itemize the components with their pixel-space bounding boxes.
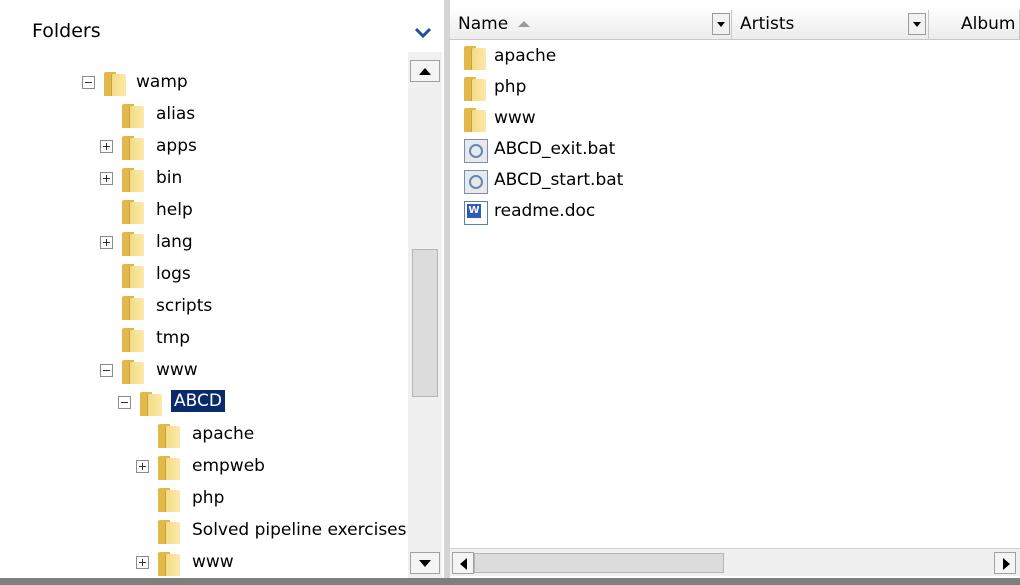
folder-icon xyxy=(122,358,144,384)
collapse-icon[interactable] xyxy=(82,76,95,89)
arrow-right-icon xyxy=(1003,558,1010,570)
tree-node-label: bin xyxy=(156,168,183,188)
folder-icon xyxy=(158,550,180,576)
tree-node-label: help xyxy=(156,200,193,220)
file-name: php xyxy=(494,77,527,97)
folders-title: Folders xyxy=(32,20,101,42)
tree-node-label: lang xyxy=(156,232,193,252)
folder-icon xyxy=(122,198,144,224)
arrow-up-icon xyxy=(419,68,431,75)
column-header-album[interactable]: Album xyxy=(929,10,1020,40)
scroll-left-button[interactable] xyxy=(452,552,474,574)
expand-icon[interactable] xyxy=(100,140,113,153)
column-dropdown-icon[interactable] xyxy=(908,13,926,35)
collapse-icon[interactable] xyxy=(100,364,113,377)
folder-icon xyxy=(464,106,486,132)
collapse-icon[interactable] xyxy=(118,396,131,409)
folder-icon xyxy=(464,44,486,70)
explorer-window: Folders wamp alias apps bin help lang lo… xyxy=(0,0,1020,585)
folder-icon xyxy=(104,70,126,96)
word-document-icon: W xyxy=(464,201,488,225)
sort-ascending-icon xyxy=(518,21,530,27)
tree-node-label: scripts xyxy=(156,296,213,316)
file-row-abcd-exit-bat[interactable]: ABCD_exit.bat xyxy=(460,135,732,166)
expand-icon[interactable] xyxy=(100,236,113,249)
column-dropdown-icon[interactable] xyxy=(712,13,730,35)
folders-vertical-scrollbar[interactable] xyxy=(408,52,442,578)
expand-icon[interactable] xyxy=(136,556,149,569)
folder-tree: wamp alias apps bin help lang logs scrip… xyxy=(16,52,408,578)
folder-icon xyxy=(122,134,144,160)
folder-icon xyxy=(122,262,144,288)
file-name: apache xyxy=(494,46,557,66)
file-row-www[interactable]: www xyxy=(460,104,732,135)
files-pane: Name Artists Album apache php www ABCD_e… xyxy=(450,10,1020,585)
batch-file-icon xyxy=(464,170,488,194)
file-row-apache[interactable]: apache xyxy=(460,42,732,73)
folder-icon xyxy=(158,486,180,512)
folder-icon xyxy=(122,166,144,192)
window-bottom-border xyxy=(0,578,1020,585)
tree-node-label: tmp xyxy=(156,328,191,348)
scroll-right-button[interactable] xyxy=(994,552,1016,574)
folder-icon xyxy=(122,326,144,352)
tree-node-label: www xyxy=(156,360,198,380)
expand-icon[interactable] xyxy=(136,460,149,473)
tree-node-label: empweb xyxy=(192,456,265,476)
tree-node-label: Solved pipeline exercises xyxy=(192,520,407,540)
folder-icon xyxy=(464,75,486,101)
tree-node-label: apps xyxy=(156,136,197,156)
folder-icon xyxy=(158,454,180,480)
file-row-abcd-start-bat[interactable]: ABCD_start.bat xyxy=(460,166,732,197)
file-name: readme.doc xyxy=(494,201,596,221)
folder-icon xyxy=(122,294,144,320)
folder-icon xyxy=(122,230,144,256)
tree-node-label: apache xyxy=(192,424,255,444)
scroll-thumb[interactable] xyxy=(474,553,724,573)
column-header-artists[interactable]: Artists xyxy=(732,10,929,40)
file-row-php[interactable]: php xyxy=(460,73,732,104)
scroll-thumb[interactable] xyxy=(412,249,438,397)
folder-icon xyxy=(140,390,162,416)
column-header-label: Name xyxy=(458,14,509,34)
arrow-left-icon xyxy=(460,558,467,570)
tree-node-label: ABCD xyxy=(171,390,225,412)
chevron-down-icon[interactable] xyxy=(412,21,434,43)
tree-node-label: php xyxy=(192,488,225,508)
file-name: ABCD_start.bat xyxy=(494,170,624,190)
folder-icon xyxy=(122,102,144,128)
column-header-label: Album xyxy=(961,14,1016,34)
scroll-down-button[interactable] xyxy=(410,552,440,574)
arrow-down-icon xyxy=(419,560,431,567)
folder-icon xyxy=(158,518,180,544)
column-header-label: Artists xyxy=(740,14,795,34)
tree-node-label: alias xyxy=(156,104,196,124)
batch-file-icon xyxy=(464,139,488,163)
folder-icon xyxy=(158,422,180,448)
file-name: ABCD_exit.bat xyxy=(494,139,616,159)
scroll-up-button[interactable] xyxy=(410,60,440,82)
file-name: www xyxy=(494,108,536,128)
tree-node-label: logs xyxy=(156,264,191,284)
folders-header: Folders xyxy=(16,12,444,48)
tree-node-label: www xyxy=(192,552,234,572)
tree-node-label: wamp xyxy=(136,72,188,92)
column-header-name[interactable]: Name xyxy=(450,10,732,40)
expand-icon[interactable] xyxy=(100,172,113,185)
files-horizontal-scrollbar[interactable] xyxy=(450,548,1020,576)
folders-pane: Folders wamp alias apps bin help lang lo… xyxy=(16,12,444,578)
file-row-readme-doc[interactable]: W readme.doc xyxy=(460,197,732,228)
